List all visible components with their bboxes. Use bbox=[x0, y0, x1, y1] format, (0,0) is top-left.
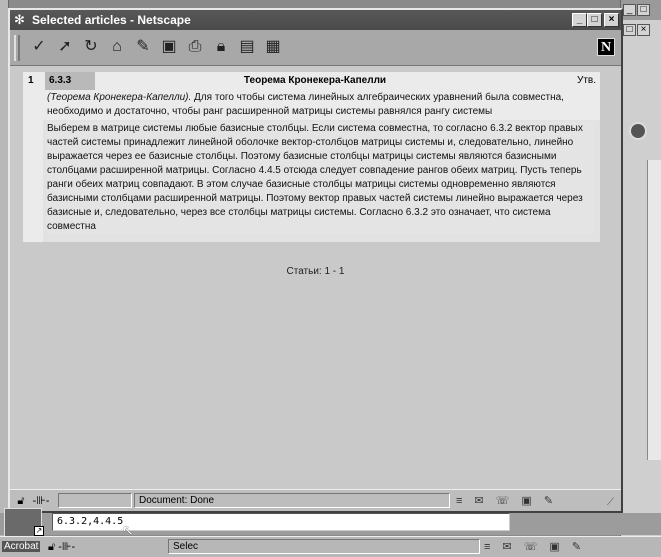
restore-icon[interactable]: □ bbox=[623, 24, 636, 36]
navigation-toolbar: ✓ ➚ ↻ ⌂ ✎ ▣ ⎙ 🔒︎ ▤ ▦ N bbox=[10, 30, 621, 66]
navigator-icon[interactable]: ≡ bbox=[456, 495, 474, 507]
mail-icon[interactable]: ✉ bbox=[474, 495, 495, 507]
articles-count: Статьи: 1 - 1 bbox=[286, 266, 345, 277]
article-statement: (Теорема Кронекера-Капелли). Для того чт… bbox=[47, 91, 595, 119]
maximize-button[interactable]: □ bbox=[587, 13, 602, 27]
article-code[interactable]: 6.3.3 bbox=[45, 72, 95, 90]
netscape-guide-icon[interactable]: ▣ bbox=[158, 36, 180, 58]
acrobat-label[interactable]: Acrobat bbox=[2, 541, 41, 552]
shortcut-arrow-icon: ↗ bbox=[34, 526, 44, 536]
netscape-app-icon[interactable]: ✻ bbox=[14, 13, 28, 27]
close-icon[interactable]: × bbox=[637, 24, 650, 36]
edit-icon[interactable]: ✎ bbox=[572, 541, 593, 553]
stop-icon[interactable]: ▦ bbox=[262, 36, 284, 58]
netscape-logo[interactable]: N bbox=[597, 38, 615, 56]
article-title: Теорема Кронекера-Капелли bbox=[243, 75, 387, 86]
lock-icon[interactable]: 🔓︎ bbox=[14, 494, 28, 508]
netscape-window: ✻ Selected articles - Netscape _ □ × ✓ ➚… bbox=[8, 8, 623, 513]
mail-icon[interactable]: ✉ bbox=[502, 541, 523, 553]
titlebar[interactable]: ✻ Selected articles - Netscape _ □ × bbox=[10, 10, 621, 30]
forward-icon[interactable]: ➚ bbox=[54, 36, 76, 58]
connection-icon: -⊪- bbox=[58, 541, 76, 553]
search-icon[interactable]: ✎ bbox=[132, 36, 154, 58]
article-card: 1 6.3.3 Теорема Кронекера-Капелли Утв. (… bbox=[23, 72, 600, 242]
minimize-icon[interactable]: _ bbox=[623, 4, 636, 16]
edit-icon[interactable]: ✎ bbox=[544, 495, 565, 507]
resize-grip-icon[interactable]: ⟋ bbox=[607, 497, 619, 509]
home-icon[interactable]: ⌂ bbox=[106, 36, 128, 58]
toolbar-grip[interactable] bbox=[14, 35, 20, 61]
article-number: 1 bbox=[28, 75, 34, 86]
taskbar-component-bar[interactable]: ≡✉☏▣✎ bbox=[484, 540, 654, 554]
composer-icon[interactable]: ▣ bbox=[549, 541, 571, 553]
page-content: 1 6.3.3 Теорема Кронекера-Капелли Утв. (… bbox=[10, 66, 621, 489]
connection-icon: -⊪- bbox=[32, 495, 50, 507]
minimize-button[interactable]: _ bbox=[572, 13, 587, 27]
command-input[interactable]: 6.3.2,4.4.5 bbox=[52, 513, 510, 531]
background-window-right[interactable]: _ □ □ × bbox=[620, 0, 661, 557]
window-title: Selected articles - Netscape bbox=[32, 13, 191, 27]
taskbar-status-text: Selec bbox=[168, 539, 480, 554]
discussion-icon[interactable]: ☏ bbox=[524, 541, 550, 553]
maximize-icon[interactable]: □ bbox=[637, 4, 650, 16]
scrollbar[interactable] bbox=[647, 160, 661, 460]
article-type: Утв. bbox=[576, 75, 596, 86]
statement-name: (Теорема Кронекера-Капелли). bbox=[47, 92, 192, 103]
status-bar: 🔓︎ -⊪- Document: Done ≡✉☏▣✎ ⟋ bbox=[10, 489, 621, 511]
navigator-icon[interactable]: ≡ bbox=[484, 541, 502, 553]
close-button[interactable]: × bbox=[604, 13, 619, 27]
article-proof: Выберем в матрице системы любые базисные… bbox=[47, 122, 595, 234]
back-icon[interactable]: ✓ bbox=[28, 36, 50, 58]
taskbar-left-icons: 🔓︎ -⊪- bbox=[48, 540, 108, 554]
lock-icon[interactable]: 🔓︎ bbox=[48, 541, 55, 553]
play-icon[interactable] bbox=[629, 122, 647, 140]
discussion-icon[interactable]: ☏ bbox=[496, 495, 522, 507]
progress-bar bbox=[58, 493, 132, 508]
article-header: 1 6.3.3 Теорема Кронекера-Капелли Утв. bbox=[23, 72, 600, 90]
security-icon[interactable]: 🔒︎ bbox=[210, 36, 232, 58]
shop-icon[interactable]: ▤ bbox=[236, 36, 258, 58]
status-text: Document: Done bbox=[134, 493, 450, 508]
print-icon[interactable]: ⎙ bbox=[184, 36, 206, 58]
composer-icon[interactable]: ▣ bbox=[521, 495, 543, 507]
reload-icon[interactable]: ↻ bbox=[80, 36, 102, 58]
component-bar[interactable]: ≡✉☏▣✎ bbox=[456, 493, 606, 509]
